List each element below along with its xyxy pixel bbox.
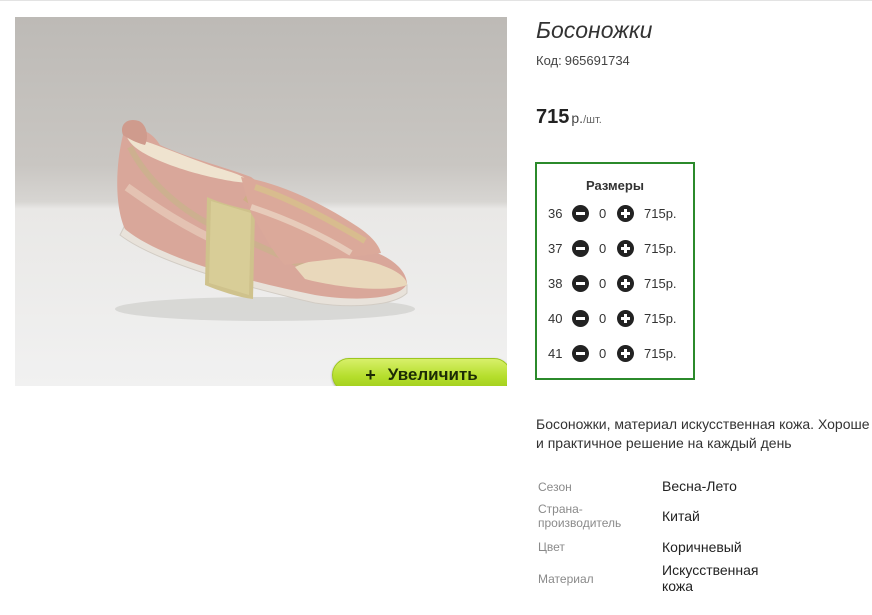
size-quantity: 0 [599, 346, 607, 361]
minus-icon[interactable] [572, 310, 589, 327]
minus-icon[interactable] [572, 275, 589, 292]
size-value: 41 [548, 346, 563, 361]
spec-key: Страна- производитель [538, 502, 621, 530]
spec-value-line: Искусственная [662, 562, 759, 578]
size-quantity: 0 [599, 311, 607, 326]
product-photo[interactable]: + Увеличить [15, 17, 507, 386]
spec-value: Коричневый [662, 539, 742, 555]
plus-icon[interactable] [617, 205, 634, 222]
size-row: 40 0 715р. [547, 309, 693, 329]
price-value: 715 [536, 106, 570, 128]
description-line: Босоножки, материал искусственная кожа. … [536, 416, 870, 432]
plus-icon[interactable] [617, 345, 634, 362]
top-divider [0, 0, 872, 1]
price-per-unit: /шт. [583, 114, 602, 126]
spec-value-line: кожа [662, 578, 694, 594]
spec-key: Цвет [538, 540, 565, 554]
spec-key-line: производитель [538, 516, 622, 530]
minus-icon[interactable] [572, 240, 589, 257]
product-description: Босоножки, материал искусственная кожа. … [536, 415, 872, 453]
spec-value: Весна-Лето [662, 478, 737, 494]
spec-value: Искусственная кожа [662, 562, 759, 594]
product-price: 715 р./шт. [536, 106, 602, 129]
size-row: 41 0 715р. [547, 344, 693, 364]
size-price: 715р. [644, 276, 677, 291]
size-value: 37 [548, 241, 563, 256]
zoom-button-label: Увеличить [387, 365, 478, 384]
description-line: и практичное решение на каждый день [536, 435, 792, 451]
shoe-image [115, 119, 415, 321]
size-quantity: 0 [599, 206, 607, 221]
sizes-panel: Размеры 36 0 715р. 37 0 715р. 38 0 715р.… [535, 162, 695, 380]
size-price: 715р. [644, 311, 677, 326]
size-price: 715р. [644, 241, 677, 256]
plus-icon[interactable] [617, 240, 634, 257]
zoom-button[interactable]: + Увеличить [332, 358, 507, 386]
size-quantity: 0 [599, 241, 607, 256]
plus-icon: + [365, 364, 376, 385]
size-value: 38 [548, 276, 563, 291]
size-value: 36 [548, 206, 563, 221]
size-quantity: 0 [599, 276, 607, 291]
price-unit: р. [571, 110, 584, 126]
size-row: 36 0 715р. [547, 204, 693, 224]
size-price: 715р. [644, 206, 677, 221]
sizes-heading: Размеры [586, 178, 644, 193]
size-price: 715р. [644, 346, 677, 361]
plus-icon[interactable] [617, 310, 634, 327]
size-row: 37 0 715р. [547, 239, 693, 259]
product-code: Код: 965691734 [536, 53, 630, 68]
size-value: 40 [548, 311, 563, 326]
spec-value: Китай [662, 508, 700, 524]
spec-key: Материал [538, 572, 594, 586]
spec-key: Сезон [538, 480, 572, 494]
code-label: Код: [536, 53, 562, 68]
code-value: 965691734 [564, 53, 630, 68]
minus-icon[interactable] [572, 345, 589, 362]
size-row: 38 0 715р. [547, 274, 693, 294]
product-title: Босоножки [536, 17, 653, 43]
spec-key-line: Страна- [538, 502, 583, 516]
plus-icon[interactable] [617, 275, 634, 292]
minus-icon[interactable] [572, 205, 589, 222]
